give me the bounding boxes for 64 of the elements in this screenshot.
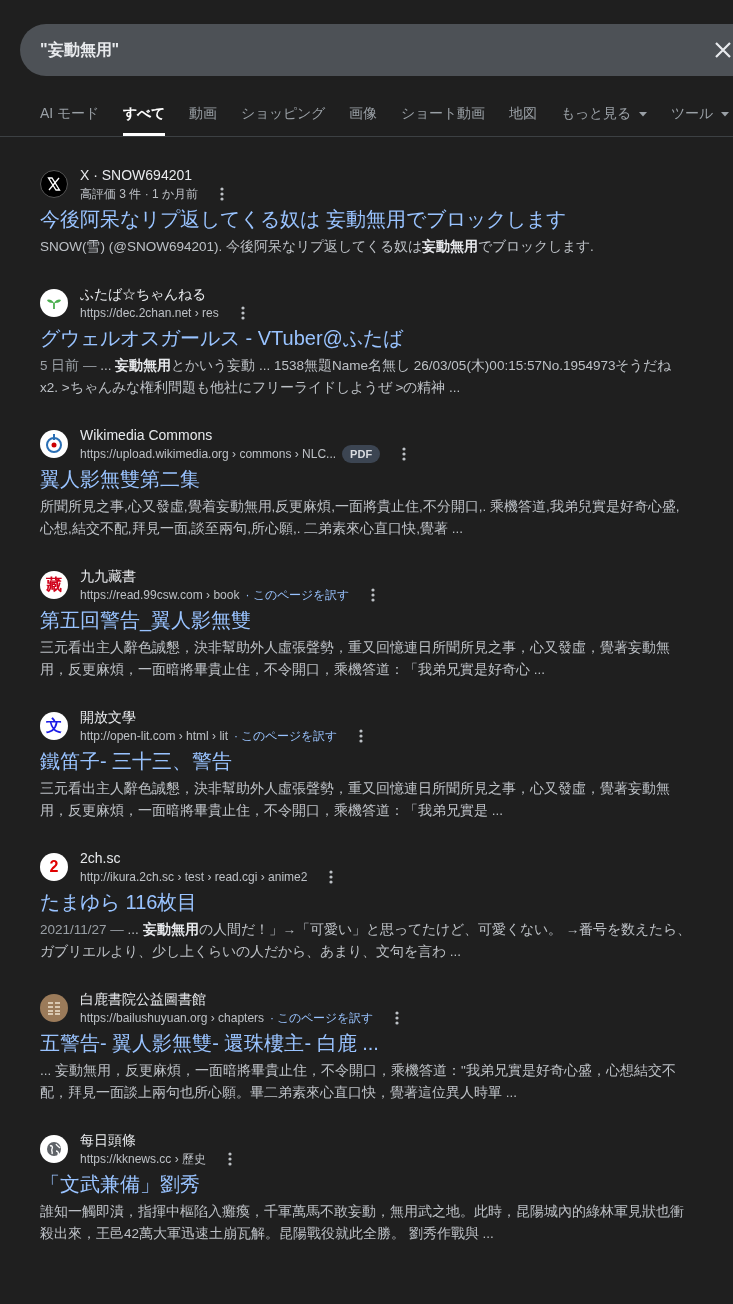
site-favicon bbox=[40, 289, 68, 317]
result-title-link[interactable]: 五警告- 翼人影無雙- 還珠樓主- 白鹿 ... bbox=[40, 1030, 692, 1056]
site-favicon: 2 bbox=[40, 853, 68, 881]
search-tab[interactable]: AI モード bbox=[40, 100, 100, 136]
search-tab[interactable]: 動画 bbox=[189, 100, 218, 136]
translate-link[interactable]: · このページを訳す bbox=[245, 586, 349, 604]
result-url[interactable]: https://read.99csw.com › book bbox=[80, 586, 240, 604]
site-favicon bbox=[40, 994, 68, 1022]
result-url[interactable]: https://kknews.cc › 歷史 bbox=[80, 1150, 207, 1168]
search-tab[interactable]: 地図 bbox=[509, 100, 538, 136]
result-title-link[interactable]: グウェルオスガールス - VTuber@ふたば bbox=[40, 325, 692, 351]
site-name: Wikimedia Commons bbox=[80, 426, 214, 445]
site-name: 開放文學 bbox=[80, 708, 137, 727]
search-tab[interactable]: すべて bbox=[123, 100, 166, 136]
search-tab[interactable]: 画像 bbox=[349, 100, 378, 136]
post-meta: 高評価 3 件 · 1 か月前 bbox=[80, 186, 198, 203]
result-snippet: 5 日前 — ... 妄動無用とかいう妄動 ... 1538無題Name名無し 26/03/05(木)00:15:57No.1954973そうだね x2. >ちゃんみな権利問題も他社にフリーライドしようぜ >の精神 ... bbox=[40, 356, 673, 397]
result-snippet: 誰知一觸即潰，指揮中樞陷入癱瘓，千軍萬馬不敢妄動，無用武之地。此時，昆陽城內的綠林軍見狀也衝殺出來，王邑42萬大軍迅速土崩瓦解。昆陽戰役就此全勝。 劉秀作戰與 ... bbox=[40, 1203, 685, 1243]
more-options-icon[interactable] bbox=[240, 306, 245, 320]
site-favicon: 文 bbox=[40, 712, 68, 740]
result-title-link[interactable]: 鐵笛子- 三十三、警告 bbox=[40, 748, 692, 774]
result-title-link[interactable]: 翼人影無雙第二集 bbox=[40, 466, 692, 492]
file-type-badge: PDF bbox=[342, 445, 381, 463]
more-options-icon[interactable] bbox=[359, 729, 364, 743]
translate-link[interactable]: · このページを訳す bbox=[270, 1009, 374, 1027]
site-name: 每日頭條 bbox=[80, 1131, 137, 1150]
result-url[interactable]: https://bailushuyuan.org › chapters bbox=[80, 1009, 265, 1027]
translate-link[interactable]: · このページを訳す bbox=[234, 727, 338, 745]
site-name: 白鹿書院公益圖書館 bbox=[80, 990, 207, 1009]
result-title-link[interactable]: 「文武兼備」劉秀 bbox=[40, 1171, 692, 1197]
search-tab[interactable]: ツール bbox=[671, 100, 730, 136]
result-title-link[interactable]: 第五回警告_翼人影無雙 bbox=[40, 607, 692, 633]
result-snippet: 2021/11/27 — ... 妄動無用の人間だ！」→「可愛い」と思ってたけど、可愛くない。 →番号を数えたら、ガブリエルより、少し上くらいの人だから、あまり、文句を言わ ... bbox=[40, 920, 692, 961]
result-url[interactable]: http://open-lit.com › html › lit bbox=[80, 727, 229, 745]
result-url[interactable]: https://dec.2chan.net › res bbox=[80, 304, 219, 322]
search-field[interactable]: "妄動無用" bbox=[20, 24, 733, 76]
result-snippet: 所聞所見之事,心又發虛,覺着妄動無用,反更麻煩,一面將貴止住,不分開口,. 乘機答道,我弟兒實是好奇心盛,心想,結交不配,拜見一面,談至兩句,所心願,. 二弟素來心直口快,覺著 ... bbox=[40, 498, 681, 538]
site-name: 2ch.sc bbox=[80, 849, 122, 868]
site-favicon bbox=[40, 430, 68, 458]
result-snippet: SNOW(雪) (@SNOW694201). 今後阿呆なリプ返してくる奴は妄動無用でブロックします. bbox=[40, 237, 595, 256]
result-url[interactable]: http://ikura.2ch.sc › test › read.cgi › anime2 bbox=[80, 868, 308, 886]
search-tab[interactable]: もっと見る bbox=[561, 100, 648, 136]
result-title-link[interactable]: たまゆら 116枚目 bbox=[40, 889, 692, 915]
site-favicon bbox=[40, 170, 68, 198]
result-snippet: 三元看出主人辭色誠懇，決非幫助外人虛張聲勢，重又回憶連日所聞所見之事，心又發虛，覺著妄動無用，反更麻煩，一面暗將畢貴止住，不令開口，乘機答道：「我弟兄實是 ... bbox=[40, 780, 671, 820]
search-tab[interactable]: ショート動画 bbox=[401, 100, 486, 136]
more-options-icon[interactable] bbox=[220, 187, 224, 201]
site-name: 九九藏書 bbox=[80, 567, 137, 586]
result-snippet: ... 妄動無用，反更麻煩，一面暗將畢貴止住，不令開口，乘機答道："我弟兄實是好奇心盛，心想結交不配，拜見一面談上兩句也所心願。畢二弟素來心直口快，覺著這位異人時單 ... bbox=[40, 1062, 677, 1102]
more-options-icon[interactable] bbox=[395, 1011, 400, 1025]
more-options-icon[interactable] bbox=[228, 1152, 233, 1166]
site-favicon: 藏 bbox=[40, 571, 68, 599]
result-url[interactable]: https://upload.wikimedia.org › commons › NLC... bbox=[80, 445, 337, 463]
search-query: "妄動無用" bbox=[40, 39, 120, 60]
more-options-icon[interactable] bbox=[329, 870, 334, 884]
result-title-link[interactable]: 今後阿呆なリプ返してくる奴は 妄動無用でブロックします bbox=[40, 206, 692, 232]
result-snippet: 三元看出主人辭色誠懇，決非幫助外人虛張聲勢，重又回憶連日所聞所見之事，心又發虛，覺著妄動無用，反更麻煩，一面暗將畢貴止住，不令開口，乘機答道：「我弟兄實是好奇心 ... bbox=[40, 639, 671, 679]
more-options-icon[interactable] bbox=[370, 588, 375, 602]
site-name: ふたば☆ちゃんねる bbox=[80, 285, 207, 304]
close-icon[interactable] bbox=[714, 41, 732, 59]
site-name: X · SNOW694201 bbox=[80, 166, 194, 185]
more-options-icon[interactable] bbox=[402, 447, 407, 461]
search-tab[interactable]: ショッピング bbox=[241, 100, 326, 136]
site-favicon bbox=[40, 1135, 68, 1163]
